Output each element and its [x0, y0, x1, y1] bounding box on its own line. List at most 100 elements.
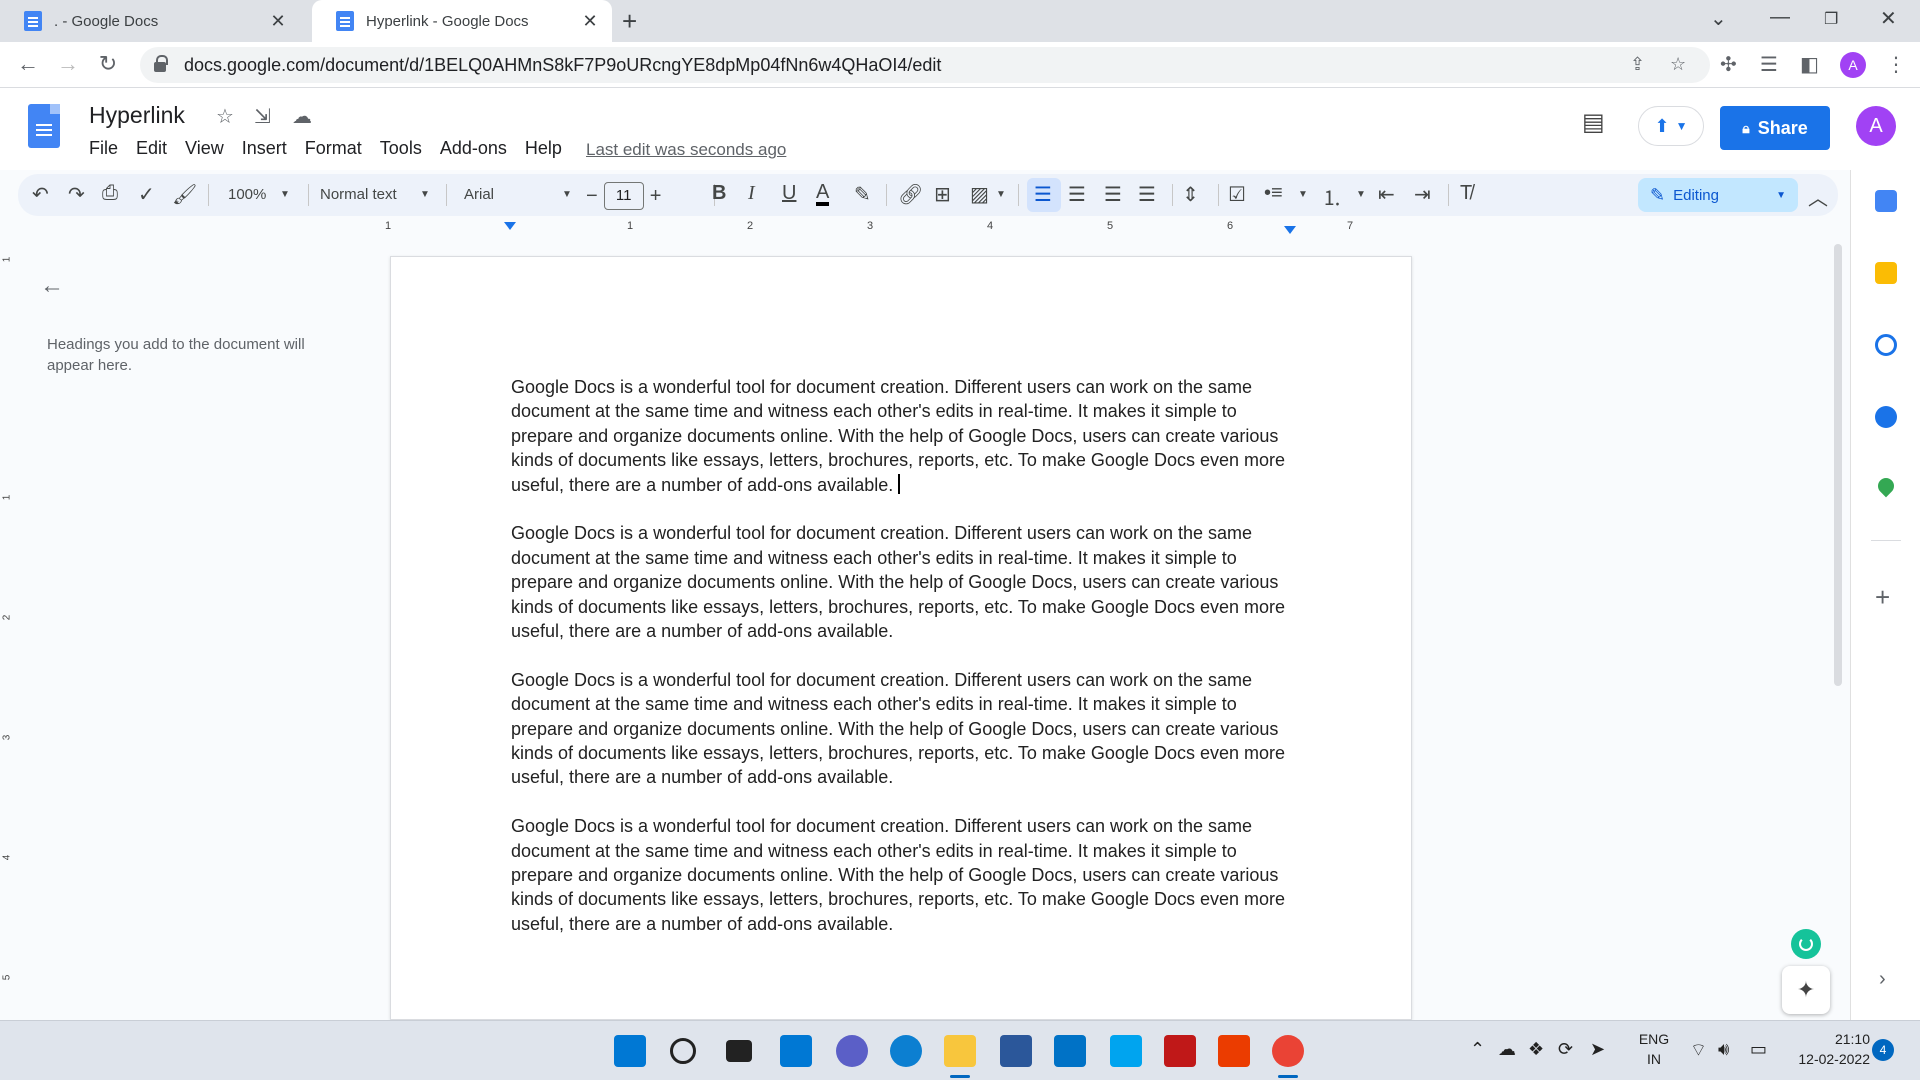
docs-logo-icon[interactable] [28, 104, 60, 148]
line-spacing-icon[interactable]: ⇕ [1182, 182, 1199, 207]
explore-button[interactable]: ✦ [1782, 966, 1830, 1014]
reload-icon[interactable]: ↻ [94, 51, 122, 77]
decrease-font-size-icon[interactable]: − [586, 185, 598, 208]
dropbox-icon[interactable]: ❖ [1528, 1039, 1544, 1060]
bulleted-list-icon[interactable]: •≡ [1264, 182, 1283, 205]
language-indicator[interactable]: ENG [1634, 1031, 1674, 1047]
menu-tools[interactable]: Tools [380, 138, 422, 159]
print-icon[interactable]: ⎙ [102, 182, 118, 205]
increase-font-size-icon[interactable]: + [650, 185, 662, 208]
menu-view[interactable]: View [185, 138, 224, 159]
insert-link-icon[interactable]: 🔗︎ [898, 182, 923, 207]
grammarly-icon[interactable] [1791, 929, 1821, 959]
document-title[interactable]: Hyperlink [89, 102, 185, 129]
volume-icon[interactable]: 🔊︎ [1718, 1039, 1729, 1060]
left-indent-marker[interactable] [504, 222, 516, 230]
share-button[interactable]: 🔒︎ Share [1720, 106, 1830, 150]
chevron-down-icon[interactable]: ⌄ [1710, 6, 1727, 31]
close-icon[interactable]: ✕ [268, 11, 288, 32]
paragraph[interactable]: Google Docs is a wonderful tool for docu… [511, 814, 1301, 936]
align-left-icon[interactable]: ☰ [1034, 182, 1052, 207]
sync-icon[interactable]: ⟳ [1558, 1039, 1573, 1060]
menu-help[interactable]: Help [525, 138, 562, 159]
windows-start-icon[interactable] [614, 1035, 646, 1067]
forward-arrow-icon[interactable]: → [54, 51, 82, 77]
undo-icon[interactable]: ↶ [32, 182, 49, 207]
star-icon[interactable]: ☆ [216, 104, 234, 129]
clear-formatting-icon[interactable]: T̸ [1460, 182, 1472, 205]
side-panel-icon[interactable]: ◧ [1800, 52, 1819, 77]
app-l-icon[interactable] [1110, 1035, 1142, 1067]
cloud-saved-icon[interactable]: ☁ [292, 104, 312, 129]
url-text[interactable]: docs.google.com/document/d/1BELQ0AHMnS8k… [184, 55, 941, 76]
menu-edit[interactable]: Edit [136, 138, 167, 159]
align-center-icon[interactable]: ☰ [1068, 182, 1086, 207]
address-bar[interactable]: docs.google.com/document/d/1BELQ0AHMnS8k… [140, 47, 1710, 83]
chevron-down-icon[interactable]: ▼ [1298, 189, 1308, 200]
browser-profile-avatar[interactable]: A [1840, 52, 1866, 78]
paragraph-style-select[interactable]: Normal text [320, 186, 397, 203]
more-vert-icon[interactable]: ⋮ [1886, 52, 1906, 77]
back-arrow-icon[interactable]: ← [14, 51, 42, 77]
paint-format-icon[interactable]: 🖌︎ [172, 182, 197, 207]
numbered-list-icon[interactable]: ⒈ [1322, 182, 1342, 211]
chrome-icon[interactable] [1272, 1035, 1304, 1067]
clock-time[interactable]: 21:10 [1780, 1031, 1870, 1047]
mcafee-icon[interactable] [1164, 1035, 1196, 1067]
underline-icon[interactable]: U [782, 182, 796, 205]
horizontal-ruler[interactable]: 1 1 2 3 4 5 6 7 [380, 220, 1412, 234]
teams-chat-icon[interactable] [836, 1035, 868, 1067]
star-icon[interactable]: ☆ [1670, 54, 1686, 75]
edge-icon[interactable] [890, 1035, 922, 1067]
comment-history-icon[interactable]: ▤ [1582, 108, 1605, 137]
checklist-icon[interactable]: ☑ [1228, 182, 1246, 207]
wifi-icon[interactable]: ⌔ [1690, 1039, 1707, 1062]
align-right-icon[interactable]: ☰ [1104, 182, 1122, 207]
store-icon[interactable] [1000, 1035, 1032, 1067]
lock-icon[interactable] [154, 55, 168, 72]
chevron-down-icon[interactable]: ▼ [562, 189, 572, 200]
document-body[interactable]: Google Docs is a wonderful tool for docu… [511, 375, 1301, 961]
task-view-icon[interactable] [726, 1040, 752, 1062]
get-add-ons-plus-icon[interactable]: + [1875, 582, 1890, 613]
paragraph[interactable]: Google Docs is a wonderful tool for docu… [511, 668, 1301, 790]
account-avatar[interactable]: A [1856, 106, 1896, 146]
chevron-down-icon[interactable]: ▼ [996, 189, 1006, 200]
calendar-icon[interactable] [1875, 190, 1897, 212]
battery-icon[interactable]: ▭ [1750, 1039, 1767, 1060]
close-window-icon[interactable]: ✕ [1880, 6, 1897, 31]
bold-icon[interactable]: B [712, 182, 726, 205]
redo-icon[interactable]: ↷ [68, 182, 85, 207]
region-indicator[interactable]: IN [1634, 1051, 1674, 1067]
chevron-down-icon[interactable]: ▼ [1356, 189, 1366, 200]
increase-indent-icon[interactable]: ⇥ [1414, 182, 1431, 207]
justify-icon[interactable]: ☰ [1138, 182, 1156, 207]
tasks-icon[interactable] [1875, 334, 1897, 356]
maps-icon[interactable] [1874, 474, 1898, 498]
show-side-panel-chevron-right-icon[interactable]: › [1879, 968, 1886, 991]
restore-icon[interactable]: ❐ [1824, 9, 1838, 29]
close-icon[interactable]: ✕ [580, 11, 600, 32]
browser-tab-docs[interactable]: . - Google Docs ✕ [0, 0, 300, 42]
browser-tab-hyperlink[interactable]: Hyperlink - Google Docs ✕ [312, 0, 612, 42]
mail-icon[interactable] [1054, 1035, 1086, 1067]
menu-insert[interactable]: Insert [242, 138, 287, 159]
clock-date[interactable]: 12-02-2022 [1780, 1051, 1870, 1067]
onedrive-icon[interactable]: ☁ [1498, 1039, 1516, 1060]
location-icon[interactable]: ➤ [1590, 1039, 1605, 1060]
keep-icon[interactable] [1875, 262, 1897, 284]
menu-add-ons[interactable]: Add-ons [440, 138, 507, 159]
close-outline-arrow-icon[interactable]: ← [40, 272, 64, 300]
vertical-scrollbar[interactable] [1834, 244, 1842, 686]
media-queue-icon[interactable]: ☰ [1760, 52, 1778, 77]
insert-image-icon[interactable]: ▨ [970, 182, 989, 207]
extensions-icon[interactable]: ✣ [1720, 52, 1737, 77]
last-edit-link[interactable]: Last edit was seconds ago [586, 140, 786, 160]
show-hidden-icons-chevron-up-icon[interactable]: ⌃ [1470, 1039, 1485, 1060]
present-button[interactable]: ⬆ ▼ [1638, 106, 1704, 146]
minimize-icon[interactable]: — [1770, 6, 1790, 29]
spellcheck-icon[interactable]: ✓ [138, 182, 155, 207]
vertical-ruler[interactable]: 1 1 2 3 4 5 [0, 240, 16, 1020]
highlight-color-icon[interactable]: ✎ [854, 182, 871, 207]
plus-icon[interactable]: + [622, 6, 637, 37]
